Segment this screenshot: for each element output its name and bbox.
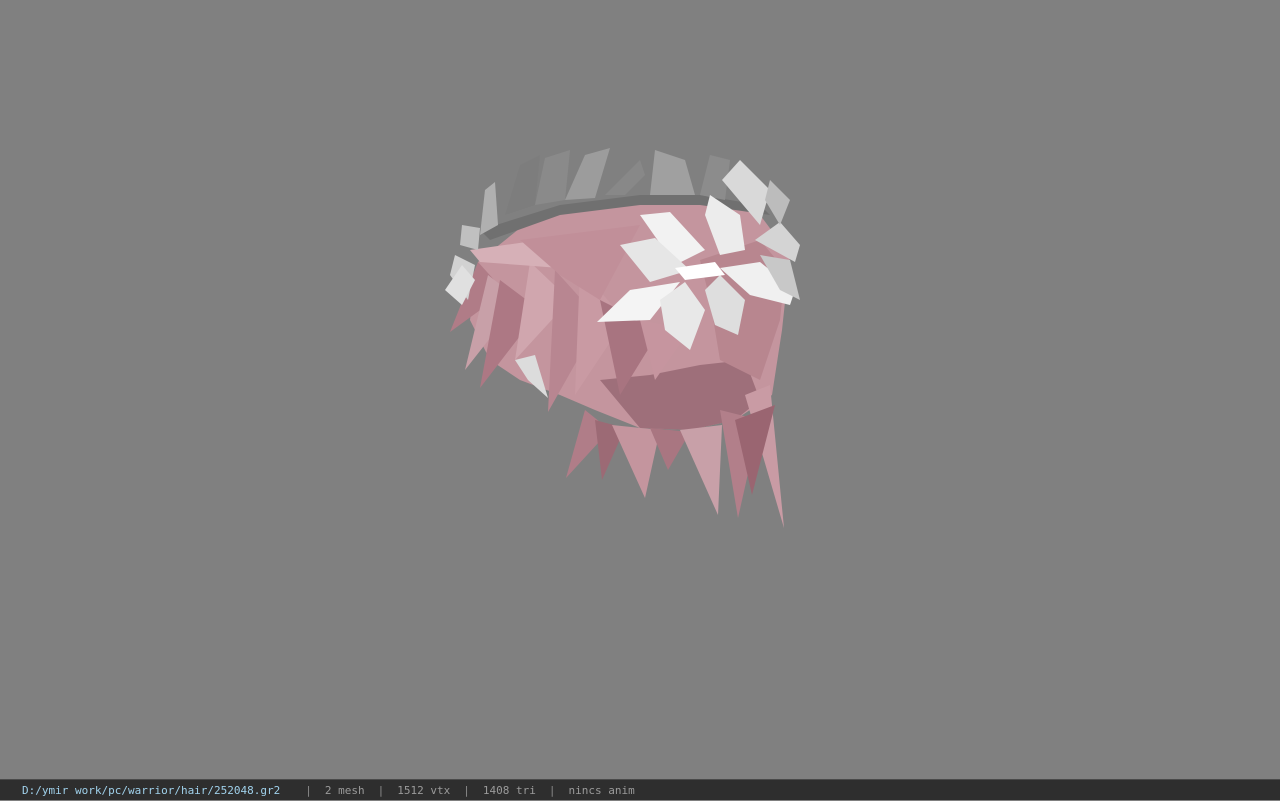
status-separator: | [548, 783, 556, 797]
status-separator: | [463, 783, 470, 797]
hair-model-render[interactable] [0, 0, 1280, 779]
animation-status-label: nincs anim [568, 783, 635, 797]
3d-viewport[interactable] [0, 0, 1280, 779]
file-path-label: D:/ymir work/pc/warrior/hair/252048.gr2 [22, 783, 281, 797]
status-bar: D:/ymir work/pc/warrior/hair/252048.gr2 … [0, 779, 1280, 800]
status-separator: | [377, 783, 385, 797]
mesh-count-label: 2 mesh [324, 783, 365, 797]
status-separator: | [305, 783, 312, 797]
triangle-count-label: 1408 tri [482, 783, 536, 797]
vertex-count-label: 1512 vtx [397, 783, 451, 797]
